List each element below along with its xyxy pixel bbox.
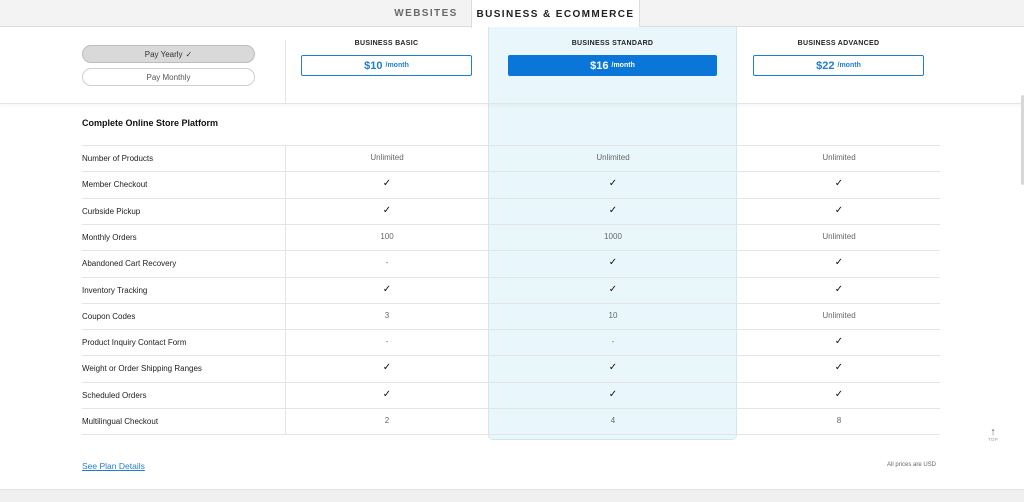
column-divider bbox=[285, 40, 286, 104]
see-plan-details-link[interactable]: See Plan Details bbox=[82, 461, 145, 471]
feature-label: Coupon Codes bbox=[82, 311, 136, 321]
check-icon: ✓ bbox=[834, 204, 844, 216]
check-icon: ✓ bbox=[608, 362, 618, 374]
row-divider bbox=[82, 250, 940, 252]
check-icon: ✓ bbox=[382, 388, 392, 400]
tab-business-ecommerce[interactable]: BUSINESS & ECOMMERCE bbox=[471, 0, 640, 28]
row-divider bbox=[82, 223, 940, 225]
check-icon: ✓ bbox=[608, 257, 618, 269]
feature-value: - bbox=[385, 337, 389, 347]
price-period: /month bbox=[385, 62, 409, 69]
row-divider bbox=[82, 329, 940, 331]
feature-value: 8 bbox=[836, 416, 842, 425]
feature-label: Multilingual Checkout bbox=[82, 417, 159, 426]
feature-label: Abandoned Cart Recovery bbox=[82, 259, 177, 269]
tab-websites[interactable]: WEBSITES bbox=[368, 0, 484, 27]
arrow-up-icon: 🠕 bbox=[991, 427, 995, 437]
feature-value: 10 bbox=[608, 310, 618, 320]
feature-value: Unlimited bbox=[822, 231, 856, 241]
price-period: /month bbox=[611, 62, 635, 69]
section-title: Complete Online Store Platform bbox=[82, 118, 219, 128]
check-icon: ✓ bbox=[608, 178, 618, 190]
feature-value: 3 bbox=[384, 310, 390, 320]
check-icon: ✓ bbox=[382, 178, 392, 190]
feature-value: 4 bbox=[610, 416, 616, 425]
pay-monthly-toggle[interactable]: Pay Monthly bbox=[82, 68, 255, 86]
check-icon: ✓ bbox=[608, 388, 618, 400]
check-icon: ✓ bbox=[834, 388, 844, 400]
row-divider bbox=[82, 381, 940, 383]
feature-value: Unlimited bbox=[596, 153, 630, 162]
plan-name-standard: BUSINESS STANDARD bbox=[571, 40, 654, 47]
price-amount: $16 bbox=[590, 59, 609, 72]
price-period: /month bbox=[837, 62, 861, 69]
select-business-standard-button[interactable]: $16 /month bbox=[508, 55, 717, 76]
check-icon: ✓ bbox=[608, 283, 618, 295]
row-divider bbox=[82, 197, 940, 199]
row-divider bbox=[82, 408, 940, 409]
prices-currency-note: All prices are USD bbox=[887, 462, 937, 468]
footer-strip bbox=[0, 489, 1024, 502]
row-divider bbox=[82, 434, 940, 436]
check-icon: ✓ bbox=[382, 204, 392, 216]
feature-label: Scheduled Orders bbox=[82, 390, 147, 400]
feature-value: - bbox=[611, 337, 615, 347]
tab-bar: WEBSITES BUSINESS & ECOMMERCE bbox=[0, 0, 1024, 28]
plan-name-basic: BUSINESS BASIC bbox=[354, 40, 419, 47]
pay-yearly-label: Pay Yearly bbox=[144, 49, 183, 59]
feature-value: 1000 bbox=[604, 231, 622, 241]
back-to-top-button[interactable]: 🠕 TOP bbox=[984, 427, 1002, 443]
check-icon: ✓ bbox=[382, 362, 392, 374]
plan-name-advanced: BUSINESS ADVANCED bbox=[797, 40, 880, 47]
check-icon: ✓ bbox=[608, 204, 618, 216]
feature-value: - bbox=[385, 258, 389, 268]
feature-label: Curbside Pickup bbox=[82, 206, 141, 216]
select-business-basic-button[interactable]: $10 /month bbox=[301, 55, 472, 76]
row-divider bbox=[82, 302, 940, 304]
price-amount: $22 bbox=[816, 59, 835, 72]
check-icon: ✓ bbox=[382, 283, 392, 295]
check-icon: ✓ bbox=[834, 362, 844, 374]
top-label: TOP bbox=[987, 437, 999, 442]
feature-column-divider bbox=[285, 145, 286, 435]
feature-label: Monthly Orders bbox=[82, 232, 137, 242]
row-divider bbox=[82, 355, 940, 357]
feature-value: Unlimited bbox=[822, 153, 856, 162]
feature-label: Number of Products bbox=[82, 154, 154, 163]
price-amount: $10 bbox=[364, 59, 383, 72]
check-icon: ✓ bbox=[834, 336, 844, 348]
select-business-advanced-button[interactable]: $22 /month bbox=[753, 55, 924, 76]
feature-label: Inventory Tracking bbox=[82, 285, 148, 295]
pay-yearly-toggle[interactable]: Pay Yearly ✓ bbox=[82, 45, 255, 63]
check-icon: ✓ bbox=[834, 283, 844, 295]
feature-label: Product Inquiry Contact Form bbox=[82, 338, 187, 348]
feature-label: Member Checkout bbox=[82, 180, 148, 190]
check-icon: ✓ bbox=[185, 49, 193, 59]
check-icon: ✓ bbox=[834, 178, 844, 190]
row-divider bbox=[82, 276, 940, 278]
feature-value: 2 bbox=[384, 416, 390, 425]
check-icon: ✓ bbox=[834, 257, 844, 269]
row-divider bbox=[82, 171, 940, 173]
feature-value: 100 bbox=[380, 231, 394, 241]
feature-label: Weight or Order Shipping Ranges bbox=[82, 364, 202, 374]
row-divider bbox=[82, 145, 940, 146]
feature-value: Unlimited bbox=[822, 310, 856, 320]
feature-value: Unlimited bbox=[370, 153, 404, 162]
